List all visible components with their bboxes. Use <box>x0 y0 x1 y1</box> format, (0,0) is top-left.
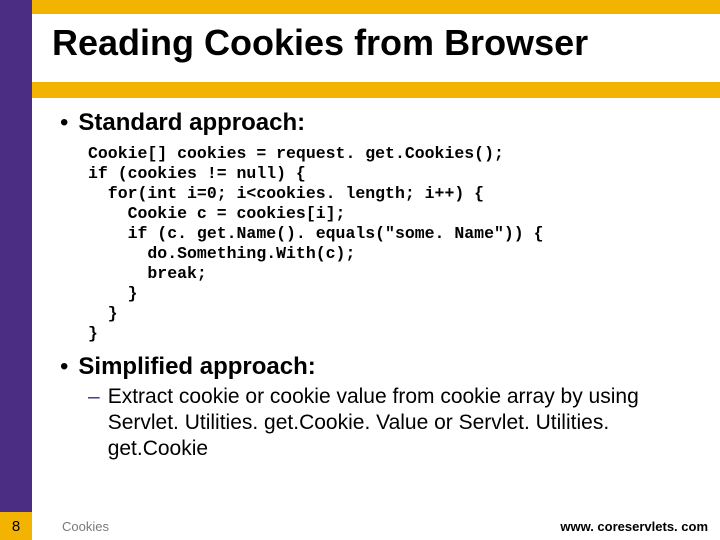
sidebar-accent <box>0 0 32 540</box>
topbar-accent <box>32 0 720 14</box>
bullet-dot-icon: • <box>60 352 68 382</box>
bullet-text: Standard approach: <box>78 108 305 138</box>
slide: Reading Cookies from Browser • Standard … <box>0 0 720 540</box>
content-area: • Standard approach: Cookie[] cookies = … <box>60 108 700 462</box>
page-number: 8 <box>12 518 20 535</box>
code-block: Cookie[] cookies = request. get.Cookies(… <box>88 144 700 344</box>
bullet-text: Simplified approach: <box>78 352 315 382</box>
title-underline <box>32 82 720 98</box>
dash-icon: – <box>88 384 100 410</box>
footer-right: www. coreservlets. com <box>560 519 708 534</box>
footer-left: Cookies <box>62 519 109 534</box>
sub-bullet-item: – Extract cookie or cookie value from co… <box>88 384 700 462</box>
page-number-box: 8 <box>0 512 32 540</box>
sub-bullet-text: Extract cookie or cookie value from cook… <box>108 384 700 462</box>
slide-title: Reading Cookies from Browser <box>52 22 588 64</box>
bullet-item: • Simplified approach: <box>60 352 700 382</box>
bullet-dot-icon: • <box>60 108 68 138</box>
bullet-item: • Standard approach: <box>60 108 700 138</box>
